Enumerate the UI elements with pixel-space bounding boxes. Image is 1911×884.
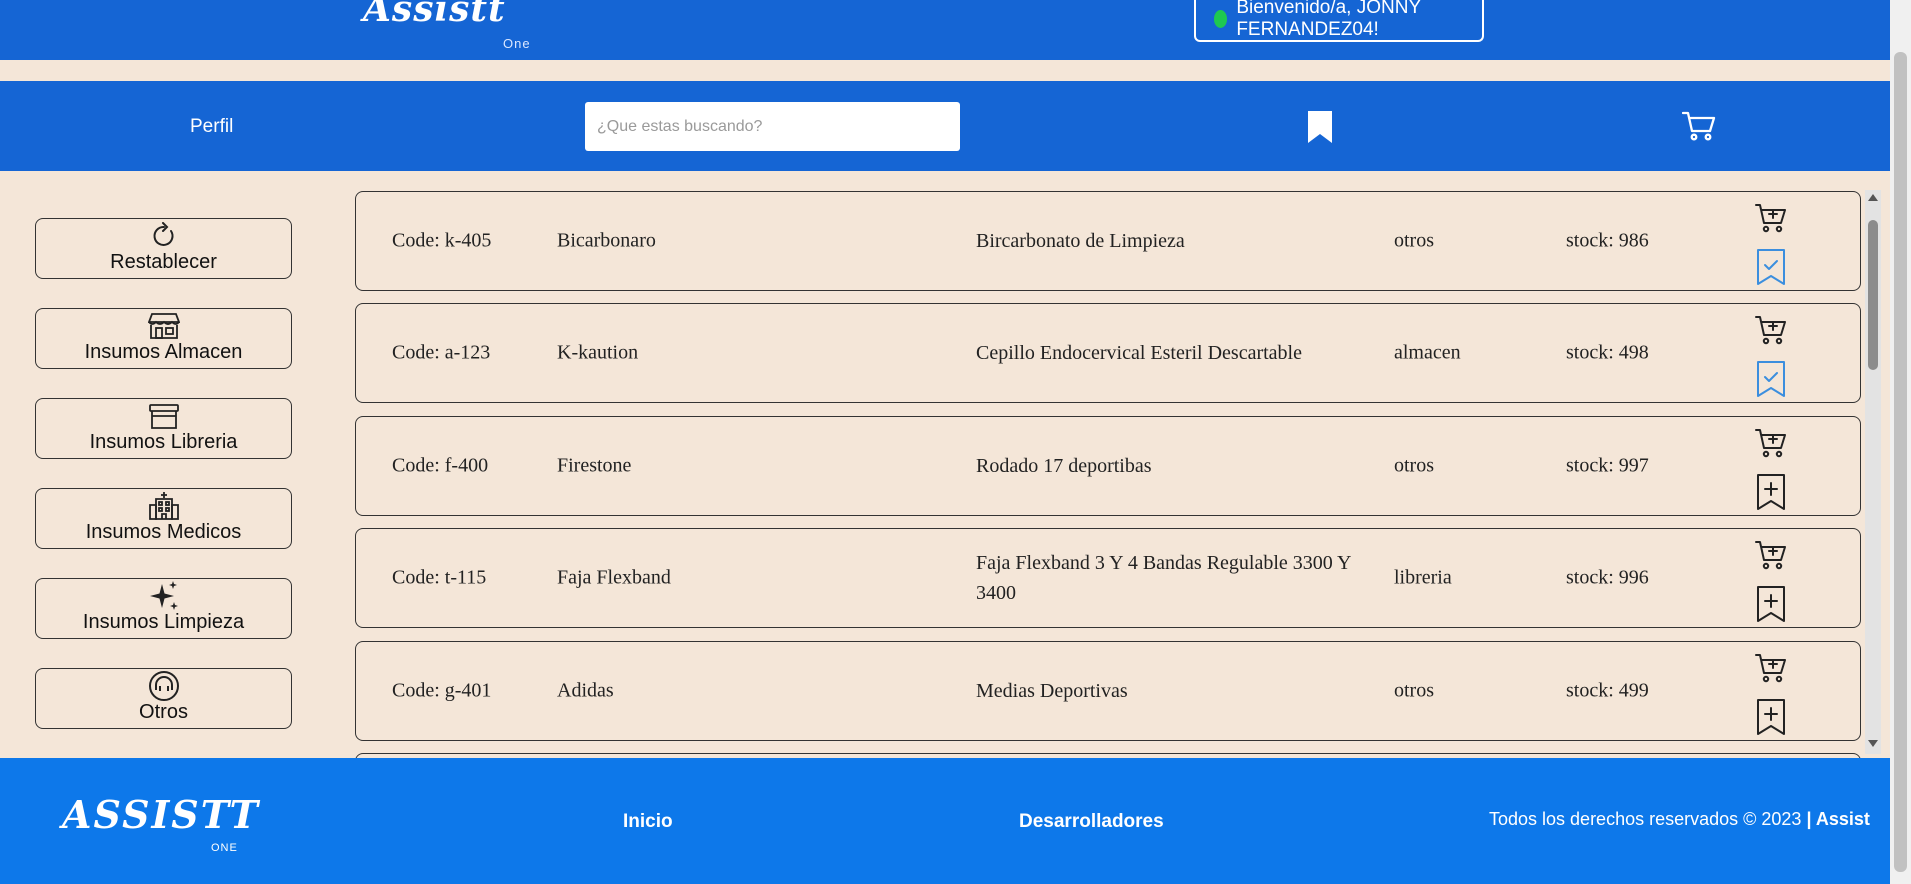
bookmark-add-icon[interactable] [1756,585,1786,629]
footer-logo-sub: ONE [211,842,238,854]
add-to-cart-icon[interactable] [1755,427,1787,465]
footer-copyright: Todos los derechos reservados © 2023 | A… [1489,809,1870,830]
sidebar-item-label: Insumos Almacen [84,341,243,363]
product-row: Code: t-115 Faja Flexband Faja Flexband … [355,528,1861,628]
product-row: Code: f-400 Firestone Rodado 17 deportib… [355,416,1861,516]
header-logo[interactable]: Assistt [363,0,506,30]
scroll-up-arrow-icon[interactable] [1868,194,1878,201]
product-category: otros [1394,229,1434,252]
product-name: K-kaution [557,341,639,364]
copyright-text: Todos los derechos reservados © 2023 [1489,809,1807,829]
product-row: Code: a-123 K-kaution Cepillo Endocervic… [355,303,1861,403]
footer-logo: ASSISTT [62,792,260,837]
product-description: Rodado 17 deportibas [976,455,1152,477]
product-stock: stock: 997 [1566,454,1649,477]
product-name: Adidas [557,679,614,702]
page-scrollbar-thumb[interactable] [1894,52,1907,872]
header-divider [0,60,1890,81]
product-description: Cepillo Endocervical Esteril Descartable [976,342,1302,364]
product-name: Firestone [557,454,632,477]
copyright-brand: Assist [1811,809,1870,829]
bookmark-add-icon[interactable] [1756,698,1786,742]
product-category: almacen [1394,341,1461,364]
sidebar-item-limpieza[interactable]: Insumos Limpieza [35,578,292,639]
scroll-down-arrow-icon[interactable] [1868,740,1878,747]
sparkles-icon [148,581,180,611]
product-stock: stock: 986 [1566,229,1649,252]
hospital-icon [148,491,180,521]
product-category: otros [1394,454,1434,477]
sidebar-item-medicos[interactable]: Insumos Medicos [35,488,292,549]
refresh-icon [150,221,178,251]
list-scrollbar-thumb[interactable] [1868,220,1878,370]
product-stock: stock: 498 [1566,341,1649,364]
product-code: Code: g-401 [392,679,492,702]
bookmark-icon[interactable] [1306,109,1334,150]
sidebar-item-restablecer[interactable]: Restablecer [35,218,292,279]
product-code: Code: k-405 [392,229,492,252]
footer-link-inicio[interactable]: Inicio [623,811,673,833]
sidebar-item-libreria[interactable]: Insumos Libreria [35,398,292,459]
product-list: Code: k-405 Bicarbonaro Bircarbonato de … [352,188,1864,758]
add-to-cart-icon[interactable] [1755,652,1787,690]
sidebar-item-otros[interactable]: Otros [35,668,292,729]
product-code: Code: a-123 [392,341,491,364]
bookmark-saved-icon[interactable] [1756,360,1786,404]
product-row: Code: k-405 Bicarbonaro Bircarbonato de … [355,191,1861,291]
product-row: Code: g-401 Adidas Medias Deportivas otr… [355,641,1861,741]
product-description: Medias Deportivas [976,680,1128,702]
sidebar-item-label: Restablecer [110,251,217,273]
product-stock: stock: 499 [1566,679,1649,702]
sidebar-item-almacen[interactable]: Insumos Almacen [35,308,292,369]
nav-perfil-link[interactable]: Perfil [190,116,233,138]
store-icon [147,311,180,341]
product-name: Faja Flexband [557,566,671,589]
product-name: Bicarbonaro [557,229,656,252]
product-category: otros [1394,679,1434,702]
product-category: libreria [1394,566,1452,589]
search-input[interactable] [585,102,960,151]
sidebar-item-label: Otros [139,701,188,723]
welcome-badge: Bienvenido/a, JONNY FERNANDEZ04! [1194,0,1484,42]
product-description: Bircarbonato de Limpieza [976,230,1185,252]
bookmark-add-icon[interactable] [1756,473,1786,517]
add-to-cart-icon[interactable] [1755,202,1787,240]
product-code: Code: t-115 [392,566,487,589]
footer-link-desarrolladores[interactable]: Desarrolladores [1019,811,1164,833]
cart-icon[interactable] [1681,110,1716,147]
product-description: Faja Flexband 3 Y 4 Bandas Regulable 330… [976,552,1351,604]
welcome-text: Bienvenido/a, JONNY FERNANDEZ04! [1236,0,1421,40]
sidebar-item-label: Insumos Libreria [89,431,238,453]
product-code: Code: f-400 [392,454,489,477]
add-to-cart-icon[interactable] [1755,539,1787,577]
sidebar-item-label: Insumos Limpieza [82,611,245,633]
bookmark-saved-icon[interactable] [1756,248,1786,292]
header-logo-sub: One [503,36,531,51]
add-to-cart-icon[interactable] [1755,314,1787,352]
sidebar-item-label: Insumos Medicos [85,521,242,543]
product-stock: stock: 996 [1566,566,1649,589]
archive-icon [148,401,180,431]
top-header [0,0,1890,60]
other-icon [148,671,180,701]
online-status-icon [1214,10,1228,28]
